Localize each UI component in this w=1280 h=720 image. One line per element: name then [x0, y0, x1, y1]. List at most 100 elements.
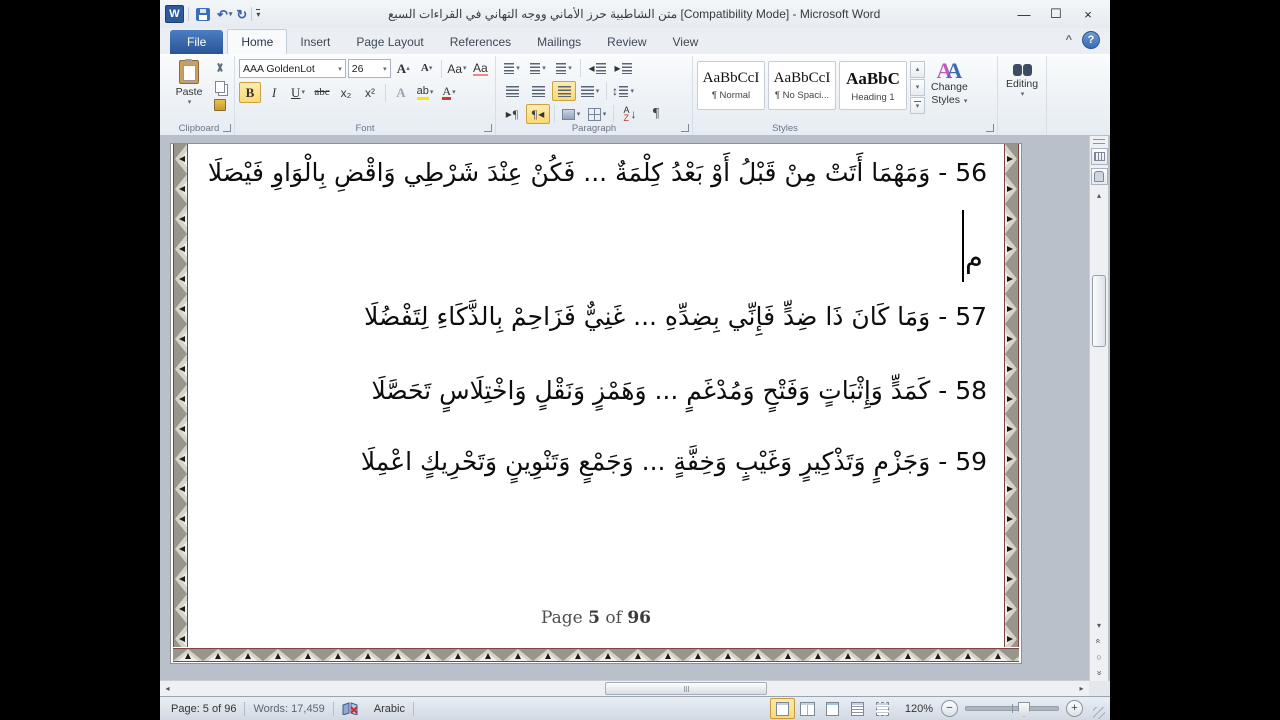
scroll-right-button[interactable]: ▸ — [1074, 681, 1089, 696]
scroll-left-button[interactable]: ◂ — [160, 681, 175, 696]
verse-58[interactable]: 58 - كَمَدٍّ وَإِثْبَاتٍ وَفَتْحٍ وَمُدْ… — [183, 376, 987, 405]
clear-formatting-button[interactable]: Aa — [470, 58, 491, 79]
vertical-scroll-track[interactable] — [1090, 203, 1108, 618]
redo-button[interactable]: ↻ — [236, 8, 247, 21]
zoom-out-button[interactable]: − — [941, 700, 958, 717]
zoom-slider-track[interactable] — [965, 702, 1059, 717]
tab-references[interactable]: References — [437, 30, 524, 54]
tab-file[interactable]: File — [170, 30, 224, 54]
rtl-direction-button[interactable]: ¶ ◂ — [526, 104, 550, 124]
shrink-font-button[interactable]: A ▾ — [416, 58, 437, 79]
styles-scroll-up-button[interactable]: ▴ — [910, 61, 925, 78]
underline-button[interactable]: U ▾ — [287, 82, 309, 103]
chevron-down-icon[interactable]: ▾ — [568, 65, 572, 72]
chevron-down-icon[interactable]: ▾ — [630, 88, 634, 95]
ruler-toggle-button[interactable] — [1090, 148, 1108, 165]
increase-indent-button[interactable]: ▸ — [611, 58, 635, 78]
chevron-down-icon[interactable]: ▾ — [301, 89, 305, 96]
clipboard-dialog-launcher-icon[interactable] — [223, 124, 231, 132]
justify-button[interactable]: ▾ — [578, 81, 602, 101]
font-color-button[interactable]: A ▾ — [438, 82, 460, 103]
font-name-combo[interactable]: AAA GoldenLot ▾ — [239, 59, 346, 78]
styles-scroll-down-button[interactable]: ▾ — [910, 79, 925, 96]
align-center-button[interactable] — [526, 81, 550, 101]
undo-dropdown-icon[interactable]: ▾ — [229, 11, 233, 18]
font-size-combo[interactable]: 26 ▾ — [347, 59, 391, 78]
proofing-status-button[interactable] — [334, 702, 366, 715]
format-painter-button[interactable] — [210, 97, 230, 113]
scroll-down-button[interactable]: ▾ — [1091, 618, 1107, 633]
verse-59[interactable]: 59 - وَجَزْمٍ وَتَذْكِيرٍ وَغَيْبٍ وَخِف… — [183, 447, 987, 476]
chevron-down-icon[interactable]: ▾ — [380, 65, 387, 73]
superscript-button[interactable]: x² — [359, 82, 381, 103]
align-right-button[interactable] — [552, 81, 576, 101]
split-handle[interactable] — [1093, 139, 1105, 144]
draft-view-button[interactable] — [870, 698, 895, 719]
tab-mailings[interactable]: Mailings — [524, 30, 594, 54]
cut-button[interactable] — [210, 61, 230, 77]
vertical-scrollbar[interactable]: ▴ ▾ « ○ « — [1089, 136, 1108, 681]
typed-line[interactable]: م — [962, 210, 983, 290]
tab-insert[interactable]: Insert — [287, 30, 343, 54]
paste-button[interactable]: Paste ▾ — [168, 58, 210, 120]
change-case-button[interactable]: Aa ▾ — [446, 58, 467, 79]
chevron-down-icon[interactable]: ▾ — [452, 89, 456, 96]
chevron-down-icon[interactable]: ▾ — [430, 89, 434, 96]
tab-page-layout[interactable]: Page Layout — [343, 30, 436, 54]
status-word-count[interactable]: Words: 17,459 — [245, 703, 332, 715]
tab-review[interactable]: Review — [594, 30, 659, 54]
style-heading-1[interactable]: AaBbC Heading 1 — [839, 61, 907, 110]
vertical-scroll-thumb[interactable] — [1092, 275, 1106, 347]
styles-more-button[interactable]: ▾ — [910, 97, 925, 114]
scroll-up-button[interactable]: ▴ — [1091, 188, 1107, 203]
help-icon[interactable]: ? — [1082, 31, 1100, 49]
align-left-button[interactable] — [500, 81, 524, 101]
verse-57[interactable]: 57 - وَمَا كَانَ ذَا ضِدٍّ فَإِنِّي بِضِ… — [183, 302, 987, 331]
zoom-level-label[interactable]: 120% — [895, 703, 941, 715]
styles-dialog-launcher-icon[interactable] — [986, 124, 994, 132]
pan-tool-button[interactable] — [1090, 168, 1108, 185]
outline-view-button[interactable] — [845, 698, 870, 719]
editing-button[interactable]: Editing ▾ — [1002, 58, 1042, 120]
horizontal-scroll-thumb[interactable] — [605, 682, 767, 695]
chevron-down-icon[interactable]: ▾ — [542, 65, 546, 72]
horizontal-scroll-track[interactable] — [175, 681, 1074, 696]
shading-button[interactable]: ▾ — [559, 104, 583, 124]
paste-dropdown-icon[interactable]: ▾ — [188, 98, 192, 106]
zoom-slider-handle[interactable] — [1018, 702, 1030, 717]
bold-button[interactable]: B — [239, 82, 261, 103]
document-page[interactable]: 56 - وَمَهْمَا أَتَتْ مِنْ قَبْلُ أَوْ ب… — [170, 143, 1022, 664]
numbering-button[interactable]: ▾ — [526, 58, 550, 78]
style-no-spacing[interactable]: AaBbCcI ¶ No Spaci... — [768, 61, 836, 110]
undo-button[interactable]: ↶ ▾ — [217, 8, 232, 21]
highlight-color-button[interactable]: ab ▾ — [414, 82, 436, 103]
text-effects-button[interactable]: A — [390, 82, 412, 103]
chevron-down-icon[interactable]: ▾ — [463, 65, 467, 72]
tab-home[interactable]: Home — [227, 29, 288, 54]
grow-font-button[interactable]: A ▴ — [393, 58, 414, 79]
tab-view[interactable]: View — [660, 30, 712, 54]
zoom-in-button[interactable]: + — [1066, 700, 1083, 717]
italic-button[interactable]: I — [263, 82, 285, 103]
window-resize-grip[interactable] — [1093, 707, 1105, 719]
print-layout-view-button[interactable] — [769, 698, 795, 719]
status-page-indicator[interactable]: Page: 5 of 96 — [163, 703, 244, 715]
paragraph-dialog-launcher-icon[interactable] — [681, 124, 689, 132]
ltr-direction-button[interactable]: ▸ ¶ — [500, 104, 524, 124]
decrease-indent-button[interactable]: ◂ — [585, 58, 609, 78]
chevron-down-icon[interactable]: ▾ — [577, 111, 581, 118]
save-button[interactable] — [193, 6, 213, 22]
line-spacing-button[interactable]: ↕ ▾ — [611, 81, 635, 101]
horizontal-scrollbar[interactable]: ◂ ▸ — [160, 680, 1089, 696]
verse-56[interactable]: 56 - وَمَهْمَا أَتَتْ مِنْ قَبْلُ أَوْ ب… — [183, 158, 987, 187]
font-dialog-launcher-icon[interactable] — [484, 124, 492, 132]
sort-button[interactable]: A Z ↓ — [618, 104, 642, 124]
next-page-button[interactable]: « — [1091, 665, 1107, 681]
chevron-down-icon[interactable]: ▾ — [516, 65, 520, 72]
chevron-down-icon[interactable]: ▾ — [596, 88, 600, 95]
full-screen-reading-view-button[interactable] — [795, 698, 820, 719]
change-styles-button[interactable]: AA Change Styles ▾ — [927, 58, 972, 120]
show-hide-marks-button[interactable]: ¶ — [644, 104, 668, 124]
style-normal[interactable]: AaBbCcI ¶ Normal — [697, 61, 765, 110]
bullets-button[interactable]: ▾ — [500, 58, 524, 78]
